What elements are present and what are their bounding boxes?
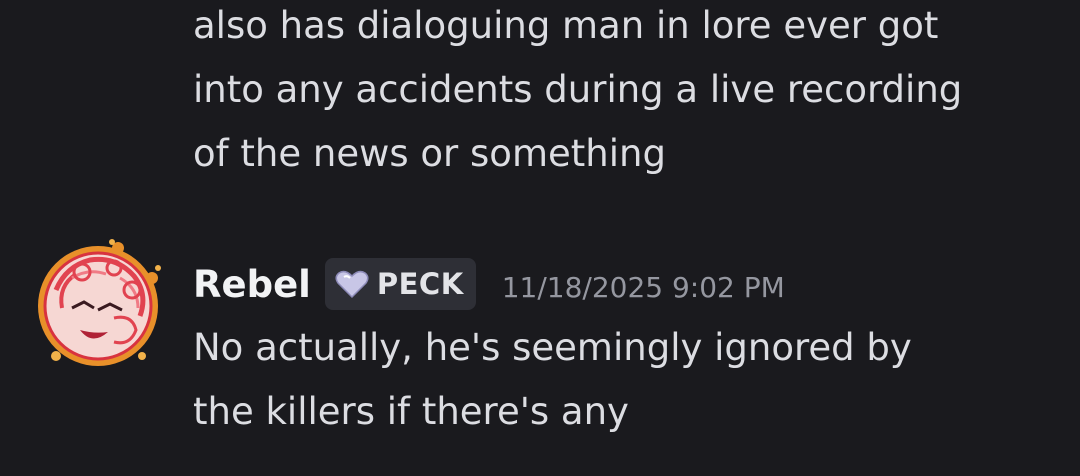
server-tag-label: PECK: [376, 267, 464, 301]
previous-message-avatar-edge: [30, 0, 152, 8]
author-name[interactable]: Rebel: [193, 263, 311, 306]
avatar-image: [38, 239, 161, 366]
chat-message-list: also has dialoguing man in lore ever got…: [0, 0, 1080, 476]
server-tag-badge[interactable]: PECK: [324, 258, 476, 310]
heart-icon: [335, 270, 369, 299]
message-header: Rebel PECK 11/18/2025 9:02 PM: [193, 254, 785, 314]
user-avatar[interactable]: [32, 238, 164, 370]
message-timestamp[interactable]: 11/18/2025 9:02 PM: [502, 271, 785, 304]
message-body: also has dialoguing man in lore ever got…: [193, 4, 963, 175]
message-body: No actually, he's seemingly ignored by t…: [193, 326, 912, 433]
